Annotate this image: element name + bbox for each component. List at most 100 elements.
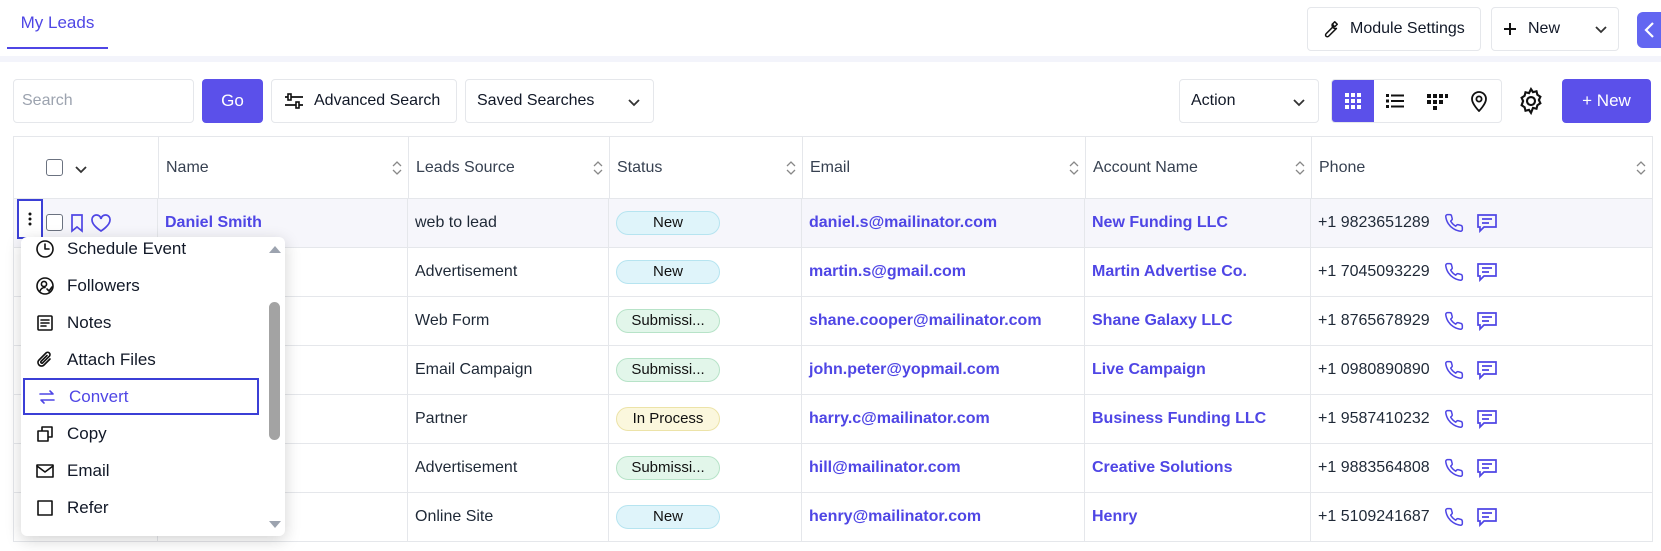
cell-account: Shane Galaxy LLC xyxy=(1084,297,1310,345)
new-dropdown-button[interactable]: New xyxy=(1491,7,1619,51)
column-header-phone[interactable]: Phone xyxy=(1311,137,1652,198)
copy-icon xyxy=(37,425,53,442)
phone-icon[interactable] xyxy=(1444,409,1464,429)
phone-icon[interactable] xyxy=(1444,360,1464,380)
menu-item-attach-files[interactable]: Attach Files xyxy=(23,341,259,378)
message-icon[interactable] xyxy=(1476,262,1498,282)
message-icon[interactable] xyxy=(1476,458,1498,478)
select-all-checkbox[interactable] xyxy=(46,159,63,181)
account-link[interactable]: Martin Advertise Co. xyxy=(1092,263,1247,281)
sort-icon xyxy=(1636,161,1646,175)
account-link[interactable]: Creative Solutions xyxy=(1092,459,1232,477)
menu-scrollbar-thumb[interactable] xyxy=(269,302,280,440)
message-icon[interactable] xyxy=(1476,360,1498,380)
phone-icon[interactable] xyxy=(1444,507,1464,527)
cell-phone: +1 5109241687 xyxy=(1310,493,1651,541)
saved-searches-select[interactable]: Saved Searches xyxy=(465,79,654,123)
scroll-down-icon[interactable] xyxy=(267,519,283,531)
convert-icon xyxy=(39,389,55,404)
menu-item-convert[interactable]: Convert xyxy=(23,378,259,415)
list-view-button[interactable] xyxy=(1374,80,1416,122)
account-link[interactable]: Business Funding LLC xyxy=(1092,410,1266,428)
cell-email: harry.c@mailinator.com xyxy=(801,395,1084,443)
cell-phone: +1 8765678929 xyxy=(1310,297,1651,345)
menu-item-followers[interactable]: Followers xyxy=(23,267,259,304)
email-link[interactable]: shane.cooper@mailinator.com xyxy=(809,312,1042,330)
email-link[interactable]: harry.c@mailinator.com xyxy=(809,410,990,428)
new-dropdown-label: New xyxy=(1528,20,1561,37)
cell-email: john.peter@yopmail.com xyxy=(801,346,1084,394)
email-link[interactable]: daniel.s@mailinator.com xyxy=(809,214,997,232)
chevron-down-icon[interactable] xyxy=(73,163,89,177)
cell-email: daniel.s@mailinator.com xyxy=(801,199,1084,247)
new-lead-button[interactable]: + New xyxy=(1562,79,1651,123)
leads-source-text: Email Campaign xyxy=(415,361,533,378)
phone-icon[interactable] xyxy=(1444,311,1464,331)
mail-icon xyxy=(36,463,54,478)
sort-icon xyxy=(392,161,402,175)
cell-source: Web Form xyxy=(407,297,608,345)
menu-item-copy[interactable]: Copy xyxy=(23,415,259,452)
message-icon[interactable] xyxy=(1476,311,1498,331)
account-link[interactable]: New Funding LLC xyxy=(1092,214,1228,232)
menu-item-notes[interactable]: Notes xyxy=(23,304,259,341)
scroll-up-icon[interactable] xyxy=(267,243,283,255)
leads-source-text: Advertisement xyxy=(415,263,518,280)
row-checkbox[interactable] xyxy=(46,214,63,236)
phone-icon[interactable] xyxy=(1444,262,1464,282)
menu-item-refer[interactable]: Refer xyxy=(23,489,259,526)
bookmark-icon[interactable] xyxy=(70,214,84,233)
cell-status: Submissi... xyxy=(608,346,801,394)
leads-source-text: web to lead xyxy=(415,214,497,231)
column-header-account-name[interactable]: Account Name xyxy=(1085,137,1311,198)
grid-icon xyxy=(1345,93,1361,109)
menu-item-email[interactable]: Email xyxy=(23,452,259,489)
cell-source: Advertisement xyxy=(407,444,608,492)
chevron-down-icon xyxy=(1595,26,1607,34)
row-actions-kebab-button[interactable] xyxy=(17,199,43,239)
cell-source: Email Campaign xyxy=(407,346,608,394)
menu-item-schedule-event[interactable]: Schedule Event xyxy=(23,237,259,267)
email-link[interactable]: hill@mailinator.com xyxy=(809,459,961,477)
gear-icon[interactable] xyxy=(1516,86,1546,116)
tab-my-leads[interactable]: My Leads xyxy=(7,0,108,49)
search-input[interactable] xyxy=(13,79,194,123)
heart-icon[interactable] xyxy=(90,214,112,233)
phone-icon[interactable] xyxy=(1444,213,1464,233)
column-header-leads-source[interactable]: Leads Source xyxy=(408,137,609,198)
email-link[interactable]: henry@mailinator.com xyxy=(809,508,981,526)
status-badge: New xyxy=(616,211,720,235)
email-link[interactable]: john.peter@yopmail.com xyxy=(809,361,1000,379)
lead-name-link[interactable]: Daniel Smith xyxy=(165,214,262,232)
column-header-status[interactable]: Status xyxy=(609,137,802,198)
action-select[interactable]: Action xyxy=(1179,79,1319,123)
map-view-button[interactable] xyxy=(1458,80,1500,122)
phone-number: +1 7045093229 xyxy=(1318,263,1430,280)
email-link[interactable]: martin.s@gmail.com xyxy=(809,263,966,281)
phone-icon[interactable] xyxy=(1444,458,1464,478)
collapse-panel-button[interactable] xyxy=(1637,12,1661,48)
cell-status: New xyxy=(608,493,801,541)
column-header-email[interactable]: Email xyxy=(802,137,1085,198)
module-settings-button[interactable]: Module Settings xyxy=(1307,7,1481,51)
cell-status: Submissi... xyxy=(608,444,801,492)
account-link[interactable]: Henry xyxy=(1092,508,1137,526)
message-icon[interactable] xyxy=(1476,409,1498,429)
menu-item-label: Email xyxy=(67,460,110,480)
account-link[interactable]: Live Campaign xyxy=(1092,361,1206,379)
cell-account: Creative Solutions xyxy=(1084,444,1310,492)
message-icon[interactable] xyxy=(1476,213,1498,233)
chevron-down-icon xyxy=(628,99,640,107)
cell-phone: +1 0980890890 xyxy=(1310,346,1651,394)
grid-view-button[interactable] xyxy=(1332,80,1374,122)
column-header-name[interactable]: Name xyxy=(158,137,408,198)
go-button[interactable]: Go xyxy=(202,79,263,123)
advanced-search-button[interactable]: Advanced Search xyxy=(271,79,457,123)
phone-number: +1 0980890890 xyxy=(1318,361,1430,378)
menu-item-label: Copy xyxy=(67,423,107,443)
kanban-view-button[interactable] xyxy=(1416,80,1458,122)
cell-email: hill@mailinator.com xyxy=(801,444,1084,492)
message-icon[interactable] xyxy=(1476,507,1498,527)
cell-email: henry@mailinator.com xyxy=(801,493,1084,541)
account-link[interactable]: Shane Galaxy LLC xyxy=(1092,312,1233,330)
